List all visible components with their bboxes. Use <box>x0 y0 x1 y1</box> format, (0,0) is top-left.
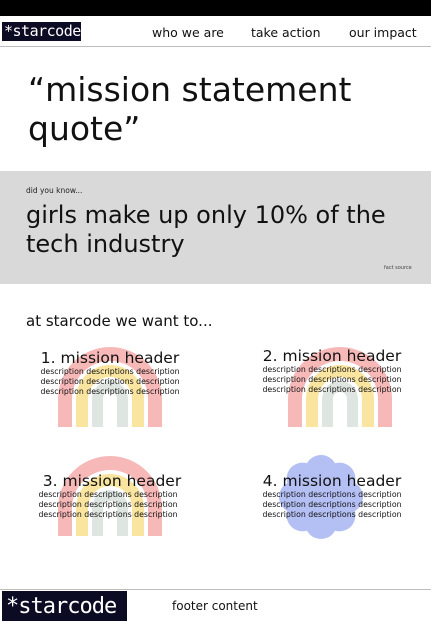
mission-header: 1. mission header <box>40 349 180 367</box>
mission-description: description descriptions description des… <box>262 490 402 519</box>
nav-our-impact[interactable]: our impact <box>349 25 417 40</box>
nav-take-action[interactable]: take action <box>251 25 321 40</box>
fact-source: fact source <box>384 265 412 271</box>
starcode-logo[interactable]: *starcode <box>2 22 81 41</box>
mission-header: 3. mission header <box>42 472 182 490</box>
want-heading: at starcode we want to... <box>26 312 213 330</box>
mission-card-3: 3. mission header description descriptio… <box>34 456 204 566</box>
fact-band: did you know... girls make up only 10% o… <box>0 171 431 284</box>
mission-header: 2. mission header <box>262 347 402 365</box>
mission-card-2: 2. mission header description descriptio… <box>250 341 420 441</box>
site-header: *starcode who we are take action our imp… <box>0 16 431 47</box>
site-footer: *starcode footer content <box>0 589 431 621</box>
mission-description: description descriptions description des… <box>262 365 402 394</box>
mission-description: description descriptions description des… <box>40 367 180 396</box>
fact-text: girls make up only 10% of the tech indus… <box>26 201 386 258</box>
mission-card-4: 4. mission header description descriptio… <box>250 455 420 566</box>
footer-content: footer content <box>172 599 258 613</box>
mission-card-1: 1. mission header description descriptio… <box>30 343 200 443</box>
mission-description: description descriptions description des… <box>38 490 178 519</box>
top-black-bar <box>0 0 431 16</box>
mission-header: 4. mission header <box>262 472 402 490</box>
nav-who-we-are[interactable]: who we are <box>152 25 224 40</box>
mission-statement-quote: “mission statement quote” <box>28 70 352 148</box>
starcode-footer-logo[interactable]: *starcode <box>2 591 127 621</box>
fact-kicker: did you know... <box>26 186 83 195</box>
